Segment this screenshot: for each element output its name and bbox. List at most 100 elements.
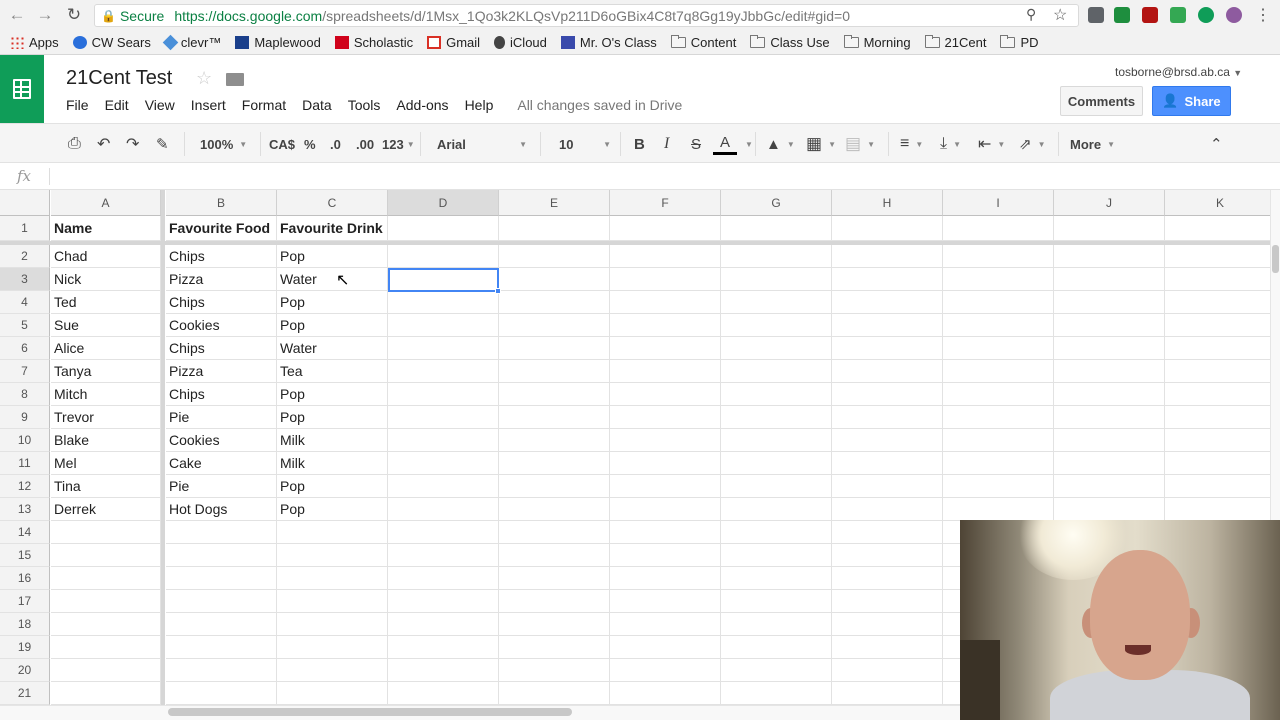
menu-tools[interactable]: Tools xyxy=(348,97,381,113)
column-header-b[interactable]: B xyxy=(166,190,277,216)
cell-h1[interactable] xyxy=(832,216,943,241)
cell-h18[interactable] xyxy=(832,613,943,636)
sheets-logo[interactable] xyxy=(0,55,44,123)
cell-e21[interactable] xyxy=(499,682,610,705)
column-header-d[interactable]: D xyxy=(388,190,499,216)
cell-c12[interactable]: Pop xyxy=(277,475,388,498)
cell-g3[interactable] xyxy=(721,268,832,291)
cell-e20[interactable] xyxy=(499,659,610,682)
row-header-20[interactable]: 20 xyxy=(0,659,50,682)
cell-e18[interactable] xyxy=(499,613,610,636)
star-icon[interactable]: ☆ xyxy=(196,68,212,89)
cell-f5[interactable] xyxy=(610,314,721,337)
cell-b1[interactable]: Favourite Food xyxy=(166,216,277,241)
document-title[interactable]: 21Cent Test xyxy=(66,67,172,90)
cell-d14[interactable] xyxy=(388,521,499,544)
cell-d15[interactable] xyxy=(388,544,499,567)
cell-c11[interactable]: Milk xyxy=(277,452,388,475)
cell-f10[interactable] xyxy=(610,429,721,452)
cell-h2[interactable] xyxy=(832,245,943,268)
cell-c15[interactable] xyxy=(277,544,388,567)
cell-k1[interactable] xyxy=(1165,216,1270,241)
merge-cells-icon[interactable]: ▤ ▼ xyxy=(845,124,875,164)
cell-e8[interactable] xyxy=(499,383,610,406)
cell-k8[interactable] xyxy=(1165,383,1270,406)
menu-file[interactable]: File xyxy=(66,97,89,113)
cell-b9[interactable]: Pie xyxy=(166,406,277,429)
cell-k10[interactable] xyxy=(1165,429,1270,452)
cell-j4[interactable] xyxy=(1054,291,1165,314)
text-rotation-icon[interactable]: ⇗ ▼ xyxy=(1019,124,1046,164)
cell-a15[interactable] xyxy=(51,544,161,567)
cell-c9[interactable]: Pop xyxy=(277,406,388,429)
bookmark-cw-sears[interactable]: CW Sears xyxy=(72,35,151,50)
cell-i12[interactable] xyxy=(943,475,1054,498)
cell-a4[interactable]: Ted xyxy=(51,291,161,314)
cell-a13[interactable]: Derrek xyxy=(51,498,161,521)
cell-e4[interactable] xyxy=(499,291,610,314)
cell-d13[interactable] xyxy=(388,498,499,521)
cell-b6[interactable]: Chips xyxy=(166,337,277,360)
cell-e7[interactable] xyxy=(499,360,610,383)
cell-a6[interactable]: Alice xyxy=(51,337,161,360)
italic-button[interactable]: I xyxy=(664,124,669,164)
row-header-21[interactable]: 21 xyxy=(0,682,50,705)
cell-a2[interactable]: Chad xyxy=(51,245,161,268)
cell-c4[interactable]: Pop xyxy=(277,291,388,314)
column-header-c[interactable]: C xyxy=(277,190,388,216)
profile-avatar[interactable] xyxy=(1226,7,1242,23)
row-header-2[interactable]: 2 xyxy=(0,245,50,268)
share-button[interactable]: 👤 Share xyxy=(1152,86,1231,116)
redo-icon[interactable]: ↷ xyxy=(126,124,139,164)
menu-help[interactable]: Help xyxy=(465,97,494,113)
cell-f1[interactable] xyxy=(610,216,721,241)
cell-e10[interactable] xyxy=(499,429,610,452)
horizontal-scrollbar-thumb[interactable] xyxy=(168,708,572,716)
cell-c13[interactable]: Pop xyxy=(277,498,388,521)
cell-b18[interactable] xyxy=(166,613,277,636)
cell-d20[interactable] xyxy=(388,659,499,682)
cell-k4[interactable] xyxy=(1165,291,1270,314)
menu-view[interactable]: View xyxy=(145,97,175,113)
cell-j5[interactable] xyxy=(1054,314,1165,337)
row-header-7[interactable]: 7 xyxy=(0,360,50,383)
bookmark-icloud[interactable]: iCloud xyxy=(494,35,547,50)
cell-g4[interactable] xyxy=(721,291,832,314)
cell-g11[interactable] xyxy=(721,452,832,475)
cell-d19[interactable] xyxy=(388,636,499,659)
cell-f18[interactable] xyxy=(610,613,721,636)
cell-f2[interactable] xyxy=(610,245,721,268)
cell-d10[interactable] xyxy=(388,429,499,452)
cell-f3[interactable] xyxy=(610,268,721,291)
cell-h21[interactable] xyxy=(832,682,943,705)
cell-k5[interactable] xyxy=(1165,314,1270,337)
cell-e19[interactable] xyxy=(499,636,610,659)
menu-addons[interactable]: Add-ons xyxy=(396,97,448,113)
cell-i8[interactable] xyxy=(943,383,1054,406)
menu-format[interactable]: Format xyxy=(242,97,286,113)
cell-d4[interactable] xyxy=(388,291,499,314)
save-status[interactable]: All changes saved in Drive xyxy=(517,97,682,113)
column-header-h[interactable]: H xyxy=(832,190,943,216)
row-header-8[interactable]: 8 xyxy=(0,383,50,406)
currency-format-button[interactable]: CA$ xyxy=(269,124,295,164)
cell-c17[interactable] xyxy=(277,590,388,613)
cell-j6[interactable] xyxy=(1054,337,1165,360)
cell-j11[interactable] xyxy=(1054,452,1165,475)
cell-b8[interactable]: Chips xyxy=(166,383,277,406)
cell-a8[interactable]: Mitch xyxy=(51,383,161,406)
cell-d7[interactable] xyxy=(388,360,499,383)
cell-d8[interactable] xyxy=(388,383,499,406)
bookmark-star-icon[interactable]: ☆ xyxy=(1053,5,1067,25)
bookmark-folder-content[interactable]: Content xyxy=(670,35,736,50)
cell-b13[interactable]: Hot Dogs xyxy=(166,498,277,521)
cell-i4[interactable] xyxy=(943,291,1054,314)
cell-b5[interactable]: Cookies xyxy=(166,314,277,337)
cell-b7[interactable]: Pizza xyxy=(166,360,277,383)
column-header-g[interactable]: G xyxy=(721,190,832,216)
cell-i10[interactable] xyxy=(943,429,1054,452)
cell-g21[interactable] xyxy=(721,682,832,705)
cell-g14[interactable] xyxy=(721,521,832,544)
column-header-i[interactable]: I xyxy=(943,190,1054,216)
cell-j2[interactable] xyxy=(1054,245,1165,268)
